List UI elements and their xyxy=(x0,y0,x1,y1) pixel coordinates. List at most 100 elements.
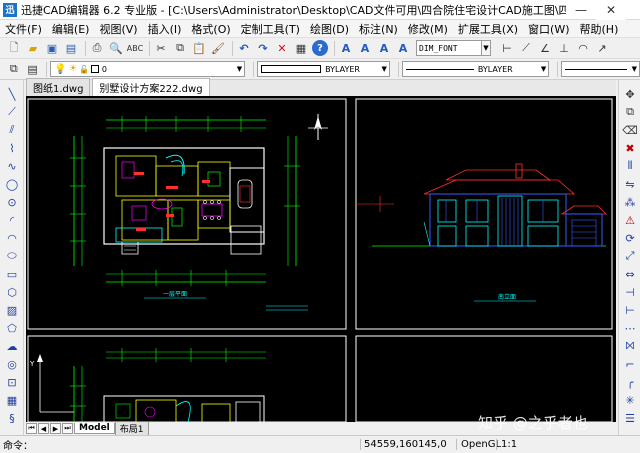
polyline-icon[interactable]: ⌇ xyxy=(4,140,20,156)
arc-icon[interactable]: ◜ xyxy=(4,212,20,228)
close-icon[interactable]: ✕ xyxy=(596,0,626,20)
leader-icon[interactable]: ↗ xyxy=(594,40,610,56)
minimize-icon[interactable]: — xyxy=(566,0,596,20)
extend-icon[interactable]: ⊢ xyxy=(622,302,638,318)
circle-center-icon[interactable]: ⊙ xyxy=(4,194,20,210)
offset-icon[interactable]: ⫴ xyxy=(622,158,638,174)
ray-icon[interactable]: ⟋ xyxy=(4,104,20,120)
menu-view[interactable]: 视图(V) xyxy=(94,21,142,37)
menu-modify[interactable]: 修改(M) xyxy=(403,21,453,37)
tab-layout1[interactable]: 布局1 xyxy=(114,421,149,436)
table-icon[interactable]: ▦ xyxy=(4,392,20,408)
menu-extend-tools[interactable]: 扩展工具(X) xyxy=(453,21,523,37)
menu-dimension[interactable]: 标注(N) xyxy=(354,21,403,37)
circle-icon[interactable]: ◯ xyxy=(4,176,20,192)
delete-icon[interactable]: ✕ xyxy=(274,40,290,56)
wipeout-icon[interactable]: § xyxy=(4,410,20,426)
text-scale-icon[interactable]: A xyxy=(376,40,392,56)
aligned-dimension-icon[interactable]: ⟋ xyxy=(518,40,534,56)
warning-icon[interactable]: ⚠ xyxy=(622,212,638,228)
menu-custom-tools[interactable]: 定制工具(T) xyxy=(236,21,305,37)
new-file-icon[interactable]: 🗋 xyxy=(6,40,22,56)
print-preview-icon[interactable]: 🔍 xyxy=(108,40,124,56)
arc-3pt-icon[interactable]: ◠ xyxy=(4,230,20,246)
ellipse-icon[interactable]: ⬭ xyxy=(4,248,20,264)
fillet-icon[interactable]: ╭ xyxy=(622,374,638,390)
region-icon[interactable]: ⬠ xyxy=(4,320,20,336)
menu-draw[interactable]: 绘图(D) xyxy=(305,21,354,37)
spline-icon[interactable]: ∿ xyxy=(4,158,20,174)
chevron-down-icon[interactable]: ▼ xyxy=(482,40,491,56)
help-icon[interactable]: ? xyxy=(312,40,328,56)
erase-icon[interactable]: ✖ xyxy=(622,140,638,156)
properties-icon[interactable]: ☰ xyxy=(622,410,638,426)
join-icon[interactable]: ⨝ xyxy=(622,338,638,354)
block-icon[interactable]: ▦ xyxy=(293,40,309,56)
stretch-icon[interactable]: ⇔ xyxy=(622,266,638,282)
menu-insert[interactable]: 插入(I) xyxy=(143,21,187,37)
text-style-dropdown[interactable]: DIM_FONT xyxy=(416,40,482,56)
layer-dropdown[interactable]: 💡 ☀ 🔓 0 ▼ xyxy=(50,61,246,77)
menu-help[interactable]: 帮助(H) xyxy=(575,21,624,37)
chamfer-icon[interactable]: ⌐ xyxy=(622,356,638,372)
print-icon[interactable]: ⎙ xyxy=(89,40,105,56)
revcloud-icon[interactable]: ☁ xyxy=(4,338,20,354)
text-style-icon[interactable]: A xyxy=(338,40,354,56)
trim-icon[interactable]: ⊣ xyxy=(622,284,638,300)
copy-icon[interactable]: ⧉ xyxy=(172,40,188,56)
cut-icon[interactable]: ✂ xyxy=(153,40,169,56)
prev-sheet-icon[interactable]: ◀ xyxy=(38,423,49,434)
text-edit-icon[interactable]: A xyxy=(357,40,373,56)
break-icon[interactable]: ⋯ xyxy=(622,320,638,336)
copy-object-icon[interactable]: ⧉ xyxy=(622,104,638,120)
tab-villa-design[interactable]: 别墅设计方案222.dwg xyxy=(92,78,210,96)
rotate-icon[interactable]: ⟳ xyxy=(622,230,638,246)
menu-edit[interactable]: 编辑(E) xyxy=(47,21,95,37)
command-prompt[interactable]: 命令： xyxy=(0,437,360,452)
move-icon[interactable]: ✥ xyxy=(622,86,638,102)
redo-icon[interactable]: ↷ xyxy=(255,40,271,56)
scale-status[interactable]: 1:1 xyxy=(496,439,517,450)
menu-window[interactable]: 窗口(W) xyxy=(523,21,574,37)
last-sheet-icon[interactable]: ⏭ xyxy=(62,423,73,434)
save-as-icon[interactable]: ▤ xyxy=(63,40,79,56)
hatch-icon[interactable]: ▨ xyxy=(4,302,20,318)
point-icon[interactable]: ⊡ xyxy=(4,374,20,390)
donut-icon[interactable]: ◎ xyxy=(4,356,20,372)
ordinate-dimension-icon[interactable]: ⊥ xyxy=(556,40,572,56)
menu-format[interactable]: 格式(O) xyxy=(186,21,235,37)
spell-check-icon[interactable]: ABC xyxy=(127,40,143,56)
paste-icon[interactable]: 📋 xyxy=(191,40,207,56)
angular-dimension-icon[interactable]: ∠ xyxy=(537,40,553,56)
layer-manager-icon[interactable]: ⧉ xyxy=(6,61,22,77)
mirror-icon[interactable]: ⇋ xyxy=(622,176,638,192)
array-icon[interactable]: ⁂ xyxy=(622,194,638,210)
rectangle-icon[interactable]: ▭ xyxy=(4,266,20,282)
first-sheet-icon[interactable]: ⏮ xyxy=(26,423,37,434)
xline-icon[interactable]: ⫽ xyxy=(4,122,20,138)
next-sheet-icon[interactable]: ▶ xyxy=(50,423,61,434)
text-justify-icon[interactable]: A xyxy=(395,40,411,56)
tab-model[interactable]: Model xyxy=(74,423,115,434)
linear-dimension-icon[interactable]: ⊢ xyxy=(499,40,515,56)
linetype-dropdown[interactable]: BYLAYER ▼ xyxy=(401,61,550,77)
drawing-canvas[interactable]: 一层平面 南立面 Y xyxy=(26,96,616,422)
polygon-icon[interactable]: ⬡ xyxy=(4,284,20,300)
tab-drawing1[interactable]: 图纸1.dwg xyxy=(26,78,91,96)
open-folder-icon[interactable]: ▰ xyxy=(25,40,41,56)
match-properties-icon[interactable]: 🖌 xyxy=(210,40,226,56)
scale-icon[interactable]: ⤢ xyxy=(622,248,638,264)
viewport-second-floor[interactable] xyxy=(27,335,347,422)
renderer-status[interactable]: OpenGL xyxy=(456,439,501,450)
menu-file[interactable]: 文件(F) xyxy=(0,21,47,37)
undo-icon[interactable]: ↶ xyxy=(236,40,252,56)
color-dropdown[interactable]: BYLAYER ▼ xyxy=(257,61,390,77)
explode-icon[interactable]: ✳ xyxy=(622,392,638,408)
eraser-icon[interactable]: ⌫ xyxy=(622,122,638,138)
lineweight-dropdown[interactable]: ▼ xyxy=(561,61,640,77)
layer-state-icon[interactable]: ▤ xyxy=(25,61,41,77)
radius-dimension-icon[interactable]: ◠ xyxy=(575,40,591,56)
line-icon[interactable]: ╲ xyxy=(4,86,20,102)
viewport-empty[interactable] xyxy=(355,335,613,422)
save-icon[interactable]: ▣ xyxy=(44,40,60,56)
